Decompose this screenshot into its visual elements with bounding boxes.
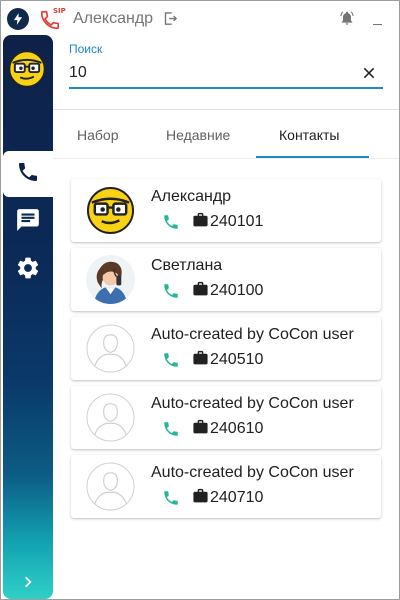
phone-icon [16,160,40,189]
search-underline [69,87,383,89]
call-icon[interactable] [162,489,180,507]
tab-contacts[interactable]: Контакты [279,127,339,143]
contact-number: 240101 [210,213,264,230]
sip-badge: SIP [53,7,66,15]
contact-card[interactable]: Александр 240101 [71,179,381,242]
contact-name: Auto-created by CoCon user [151,326,354,343]
avatar[interactable] [8,50,46,88]
tab-recent[interactable]: Недавние [166,127,230,143]
briefcase-icon [192,212,209,228]
tabs-divider [53,109,399,110]
tabs-bottom-divider [53,158,399,159]
contact-number: 240100 [210,282,264,299]
title-bar: SIP Александр [1,1,399,35]
avatar [86,393,135,442]
contact-number: 240510 [210,351,264,368]
contact-name: Светлана [151,257,223,274]
contact-number: 240710 [210,489,264,506]
minimize-button[interactable] [371,11,385,25]
search-input[interactable] [69,61,359,85]
search-label: Поиск [69,42,103,56]
contact-card[interactable]: Светлана 240100 [71,248,381,311]
current-user-name: Александр [73,10,154,27]
briefcase-icon [192,488,209,504]
sidebar-item-calls[interactable] [3,151,53,197]
chevron-right-icon[interactable] [21,575,35,589]
gear-icon [15,255,41,286]
avatar [86,255,135,304]
contact-name: Александр [151,188,232,205]
avatar [86,462,135,511]
chat-icon [15,207,41,238]
contact-name: Auto-created by CoCon user [151,464,354,481]
sidebar-item-chat[interactable] [3,199,53,245]
call-icon[interactable] [162,282,180,300]
contact-card[interactable]: Auto-created by CoCon user 240710 [71,455,381,518]
contact-card[interactable]: Auto-created by CoCon user 240610 [71,386,381,449]
contact-name: Auto-created by CoCon user [151,395,354,412]
avatar [86,186,135,235]
close-icon[interactable] [362,66,376,80]
call-icon[interactable] [162,213,180,231]
briefcase-icon [192,350,209,366]
contact-card[interactable]: Auto-created by CoCon user 240510 [71,317,381,380]
avatar [86,324,135,373]
contact-number: 240610 [210,420,264,437]
logout-icon[interactable] [163,11,178,26]
sidebar-item-settings[interactable] [3,247,53,293]
app-window: SIP Александр Поиск 10 Набор Недавние Ко… [0,0,400,600]
briefcase-icon [192,419,209,435]
briefcase-icon [192,281,209,297]
sip-phone-icon[interactable]: SIP [39,7,66,31]
lightning-icon[interactable] [7,8,29,30]
call-icon[interactable] [162,351,180,369]
tab-dial[interactable]: Набор [77,127,119,143]
sidebar [3,35,53,599]
bell-icon[interactable] [339,10,355,26]
call-icon[interactable] [162,420,180,438]
